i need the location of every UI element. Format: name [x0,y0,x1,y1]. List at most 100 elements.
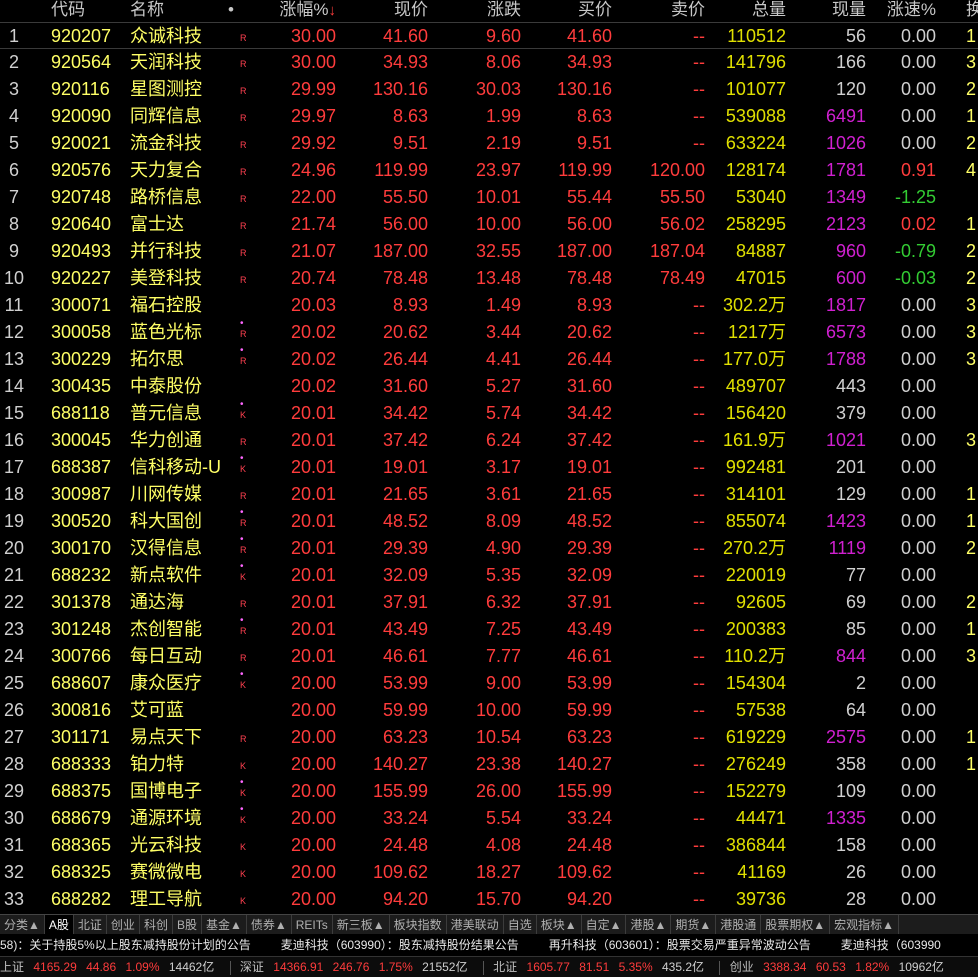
price-change: 23.97 [475,160,521,180]
price-speed: -0.79 [894,241,936,261]
news-item[interactable]: 再升科技（603601）：股票交易严重异常波动公告 [549,934,811,956]
price-change: 13.48 [475,268,521,288]
news-item[interactable]: 58)：关于持股5%以上股东减持股份计划的公告 [0,934,251,956]
last-price: 24.48 [382,835,428,855]
table-row[interactable]: 32 688325 赛微微电 20.00 109.62 18.27 109.62 -- 4116… [0,859,978,886]
market-tab[interactable]: 股票期权▲ [761,915,831,935]
price-speed: 0.00 [900,26,936,46]
table-row[interactable]: 14 300435 中泰股份 20.02 31.60 5.27 31.60 -- 489707 4… [0,373,978,400]
market-tab[interactable]: 板块指数 [390,915,447,935]
table-row[interactable]: 7 920748 路桥信息 22.00 55.50 10.01 55.44 55.50 5304… [0,184,978,211]
current-volume: 1119 [828,538,866,558]
market-tab[interactable]: 债券▲ [247,915,292,935]
table-row[interactable]: 22 301378 通达海 20.01 37.91 6.32 37.91 -- 92605 69 0… [0,589,978,616]
market-tab[interactable]: 北证 [74,915,107,935]
table-row[interactable]: 5 920021 流金科技 29.92 9.51 2.19 9.51 -- 633224 1026… [0,130,978,157]
table-row[interactable]: 31 688365 光云科技 20.00 24.48 4.08 24.48 -- 386844 1… [0,832,978,859]
table-row[interactable]: 8 920640 富士达 21.74 56.00 10.00 56.00 56.02 25829… [0,211,978,238]
bid-price: 78.48 [566,268,612,288]
market-tab[interactable]: 科创 [140,915,173,935]
row-index: 16 [3,430,25,450]
bid-price: 32.09 [566,565,612,585]
table-row[interactable]: 18 300987 川网传媒 20.01 21.65 3.61 21.65 -- 314101 1… [0,481,978,508]
turnover: 1 [966,484,977,504]
table-row[interactable]: 19 300520 科大国创 20.01 48.52 8.09 48.52 -- 855074 1… [0,508,978,535]
market-tab[interactable]: 基金▲ [202,915,247,935]
market-tab[interactable]: 板块▲ [537,915,582,935]
col-header-name[interactable]: 名称 [130,0,164,20]
turnover: 1 [966,106,977,126]
market-tab[interactable]: 港股▲ [626,915,672,935]
table-row[interactable]: 21 688232 新点软件 20.01 32.09 5.35 32.09 -- 220019 7… [0,562,978,589]
ask-price: -- [693,430,705,450]
col-header-price[interactable]: 现价 [394,0,428,20]
margin-flag: R [240,265,254,285]
table-row[interactable]: 2 920564 天润科技 30.00 34.93 8.06 34.93 -- 141796 16… [0,49,978,76]
total-volume: 47015 [735,268,786,288]
market-tab[interactable]: 期货▲ [671,915,717,935]
col-header-pct[interactable]: 涨幅%↓ [279,0,336,21]
news-item[interactable]: 麦迪科技（603990 [841,934,941,956]
table-row[interactable]: 16 300045 华力创通 20.01 37.42 6.24 37.42 -- 161.9万 1… [0,427,978,454]
last-price: 48.52 [382,511,428,531]
table-row[interactable]: 33 688282 理工导航 20.00 94.20 15.70 94.20 -- 39736 2… [0,886,978,913]
stock-code: 301378 [51,592,112,612]
col-header-ask[interactable]: 卖价 [671,0,705,20]
total-volume: 270.2万 [722,538,786,558]
stock-name: 信科移动-U [130,457,221,477]
market-tab[interactable]: 宏观指标▲ [830,915,900,935]
ask-price: -- [693,700,705,720]
market-tab[interactable]: 自定▲ [582,915,627,935]
stock-name: 通达海 [130,592,184,612]
col-header-turnover[interactable]: 换 [966,0,978,20]
col-header-bid[interactable]: 买价 [578,0,612,20]
table-row[interactable]: 24 300766 每日互动 20.01 46.61 7.77 46.61 -- 110.2万 8… [0,643,978,670]
ask-price: -- [693,349,705,369]
table-row[interactable]: 11 300071 福石控股 20.03 8.93 1.49 8.93 -- 302.2万 181… [0,292,978,319]
news-item[interactable]: 麦迪科技（603990）：股东减持股份结果公告 [281,934,519,956]
table-row[interactable]: 4 920090 同辉信息 29.97 8.63 1.99 8.63 -- 539088 6491… [0,103,978,130]
table-row[interactable]: 26 300816 艾可蓝 20.00 59.99 10.00 59.99 -- 57538 64… [0,697,978,724]
table-row[interactable]: 1 920207 众诚科技 30.00 41.60 9.60 41.60 -- 110512 56… [0,22,978,49]
stock-name: 众诚科技 [130,26,202,46]
table-row[interactable]: 9 920493 并行科技 21.07 187.00 32.55 187.00 187.04 8… [0,238,978,265]
col-header-change[interactable]: 涨跌 [487,0,521,20]
col-header-speed[interactable]: 涨速% [887,0,936,20]
market-tab[interactable]: 港股通 [716,915,762,935]
col-header-code[interactable]: 代码 [51,0,85,20]
col-header-volume[interactable]: 总量 [752,0,786,20]
pct-change: 20.01 [290,538,336,558]
price-change: 1.49 [485,295,521,315]
total-volume: 539088 [725,106,786,126]
price-speed: 0.00 [900,403,936,423]
table-row[interactable]: 6 920576 天力复合 24.96 119.99 23.97 119.99 120.00 1… [0,157,978,184]
market-tab[interactable]: 分类▲ [0,915,45,935]
col-header-current-volume[interactable]: 现量 [832,0,866,20]
market-tab[interactable]: 创业 [107,915,140,935]
last-price: 19.01 [382,457,428,477]
stock-code: 688232 [51,565,112,585]
table-row[interactable]: 27 301171 易点天下 20.00 63.23 10.54 63.23 -- 619229… [0,724,978,751]
table-row[interactable]: 15 688118 普元信息 20.01 34.42 5.74 34.42 -- 156420 3… [0,400,978,427]
table-row[interactable]: 25 688607 康众医疗 20.00 53.99 9.00 53.99 -- 154304 2… [0,670,978,697]
table-row[interactable]: 3 920116 星图测控 29.99 130.16 30.03 130.16 -- 10107… [0,76,978,103]
market-tab[interactable]: A股 [44,915,74,935]
table-row[interactable]: 29 688375 国博电子 20.00 155.99 26.00 155.99 -- 1522… [0,778,978,805]
table-row[interactable]: 30 688679 通源环境 20.00 33.24 5.54 33.24 -- 44471 13… [0,805,978,832]
market-tab-bar: 分类▲ A股 北证 创业 科创 B股 基金▲ 债券▲ REITs 新三板▲ 板块指数 港美联动 自选 板块… [0,914,978,935]
market-tab[interactable]: 新三板▲ [333,915,390,935]
market-tab[interactable]: 港美联动 [447,915,504,935]
table-row[interactable]: 10 920227 美登科技 20.74 78.48 13.48 78.48 78.49 470… [0,265,978,292]
market-tab[interactable]: B股 [173,915,202,935]
table-row[interactable]: 17 688387 信科移动-U 20.01 19.01 3.17 19.01 -- 99248… [0,454,978,481]
market-tab[interactable]: REITs [292,915,333,935]
market-tab[interactable]: 自选 [504,915,537,935]
table-row[interactable]: 13 300229 拓尔思 20.02 26.44 4.41 26.44 -- 177.0万 17… [0,346,978,373]
table-row[interactable]: 23 301248 杰创智能 20.01 43.49 7.25 43.49 -- 200383 8… [0,616,978,643]
stock-code: 920021 [51,133,112,153]
table-row[interactable]: 12 300058 蓝色光标 20.02 20.62 3.44 20.62 -- 1217万 65… [0,319,978,346]
pct-change: 20.00 [290,835,336,855]
table-row[interactable]: 20 300170 汉得信息 20.01 29.39 4.90 29.39 -- 270.2万 1… [0,535,978,562]
table-row[interactable]: 28 688333 铂力特 20.00 140.27 23.38 140.27 -- 27624… [0,751,978,778]
current-volume: 69 [845,592,866,612]
